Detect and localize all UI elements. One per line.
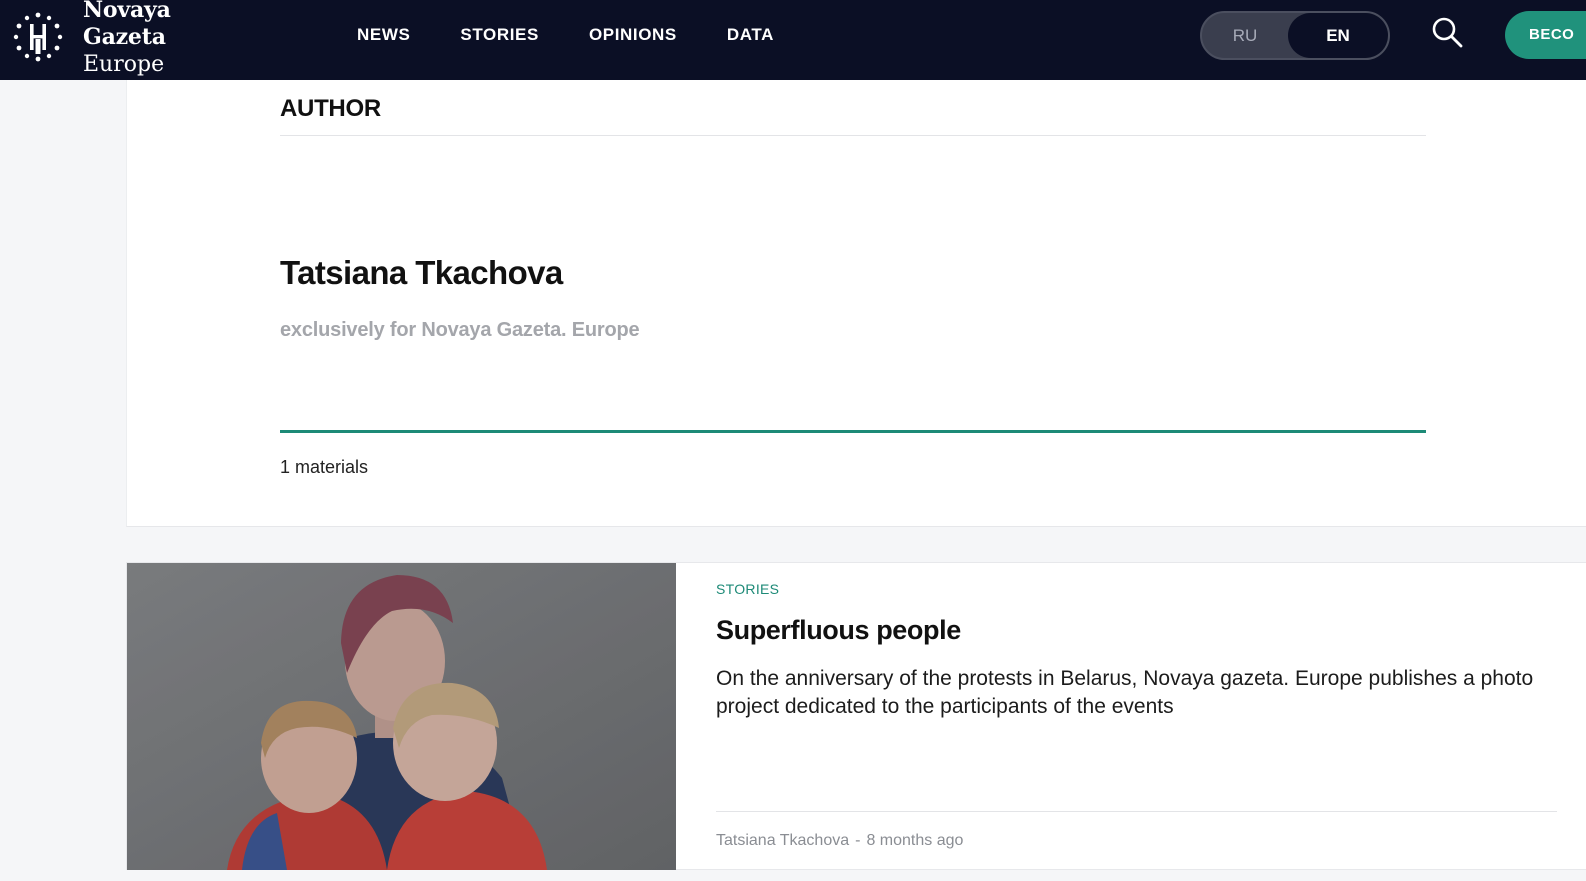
author-name: Tatsiana Tkachova [280,254,563,291]
site-header: Novaya Gazeta Europe NEWS STORIES OPINIO… [0,0,1586,80]
meta-divider [716,811,1557,812]
meta-separator: - [855,832,861,849]
site-logo[interactable]: Novaya Gazeta Europe [12,0,252,77]
logo-wordmark: Novaya Gazeta Europe [83,0,252,78]
article-lead: On the anniversary of the protests in Be… [716,667,1534,718]
author-card: AUTHOR Tatsiana Tkachova exclusively for… [126,80,1586,527]
article-meta: Tatsiana Tkachova - 8 months ago [716,832,963,850]
article-time: 8 months ago [866,832,964,849]
materials-count: 1 materials [280,457,369,477]
author-description: exclusively for Novaya Gazeta. Europe [280,319,640,341]
lang-ru-button[interactable]: RU [1202,13,1288,58]
main-nav: NEWS STORIES OPINIONS DATA [357,24,824,46]
article-author[interactable]: Tatsiana Tkachova [716,832,849,850]
logo-title: Novaya Gazeta [83,0,171,50]
article-rubric[interactable]: STORIES [716,581,779,597]
nav-item-news[interactable]: NEWS [357,24,410,46]
search-button[interactable] [1430,15,1466,51]
become-member-button[interactable]: BECO [1505,11,1586,59]
search-icon [1432,17,1463,48]
article-photo-illustration [127,563,676,870]
article-photo [127,563,676,870]
logo-subtitle: Europe [83,51,165,77]
nav-item-opinions[interactable]: OPINIONS [589,24,677,46]
heading-divider [280,135,1426,136]
lang-en-button[interactable]: EN [1288,13,1388,58]
article-body: STORIES Superfluous people On the annive… [716,563,1557,870]
logo-icon [13,12,63,62]
nav-item-data[interactable]: DATA [727,24,774,46]
language-switcher: RU EN [1200,11,1390,60]
accent-divider [280,430,1426,433]
article-title[interactable]: Superfluous people [716,615,961,646]
section-heading: AUTHOR [280,95,381,122]
article-card[interactable]: STORIES Superfluous people On the annive… [126,562,1586,870]
nav-item-stories[interactable]: STORIES [460,24,539,46]
